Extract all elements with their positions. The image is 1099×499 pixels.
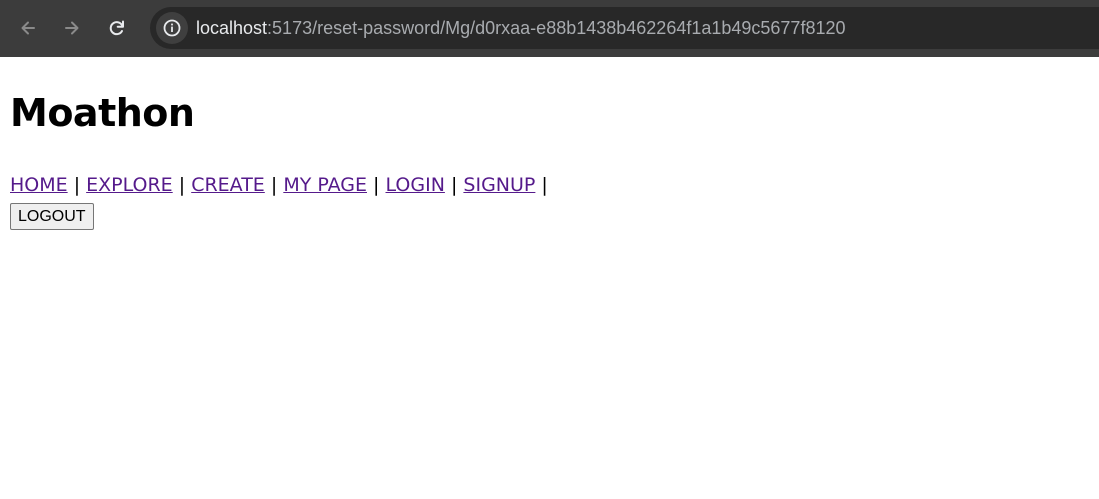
forward-button[interactable]: [56, 12, 88, 44]
site-nav: HOME | EXPLORE | CREATE | MY PAGE | LOGI…: [10, 172, 548, 198]
nav-link-signup[interactable]: SIGNUP: [463, 174, 535, 196]
back-button[interactable]: [12, 12, 44, 44]
nav-separator: |: [373, 174, 380, 196]
nav-separator: |: [541, 174, 548, 196]
site-info-button[interactable]: [156, 12, 188, 44]
nav-separator: |: [73, 174, 81, 196]
browser-toolbar: localhost:5173/reset-password/Mg/d0rxaa-…: [0, 0, 1099, 57]
arrow-right-icon: [65, 21, 79, 35]
url-text[interactable]: localhost:5173/reset-password/Mg/d0rxaa-…: [196, 17, 846, 39]
nav-link-my-page[interactable]: MY PAGE: [283, 174, 367, 196]
site-title: Moathon: [10, 91, 195, 135]
url-host: localhost: [196, 18, 268, 38]
logout-button[interactable]: LOGOUT: [10, 203, 94, 230]
url-path: :5173/reset-password/Mg/d0rxaa-e88b1438b…: [267, 18, 846, 38]
reload-icon: [109, 20, 124, 36]
page-content: Moathon HOME | EXPLORE | CREATE | MY PAG…: [0, 57, 1099, 499]
nav-separator: |: [270, 174, 278, 196]
nav-link-explore[interactable]: EXPLORE: [86, 174, 173, 196]
nav-separator: |: [178, 174, 186, 196]
reload-button[interactable]: [101, 12, 133, 44]
nav-link-create[interactable]: CREATE: [191, 174, 265, 196]
arrow-left-icon: [21, 21, 35, 35]
nav-link-home[interactable]: HOME: [10, 174, 68, 196]
nav-link-login[interactable]: LOGIN: [386, 174, 445, 196]
address-bar[interactable]: localhost:5173/reset-password/Mg/d0rxaa-…: [150, 7, 1099, 49]
nav-separator: |: [450, 174, 458, 196]
info-icon: [163, 19, 181, 37]
